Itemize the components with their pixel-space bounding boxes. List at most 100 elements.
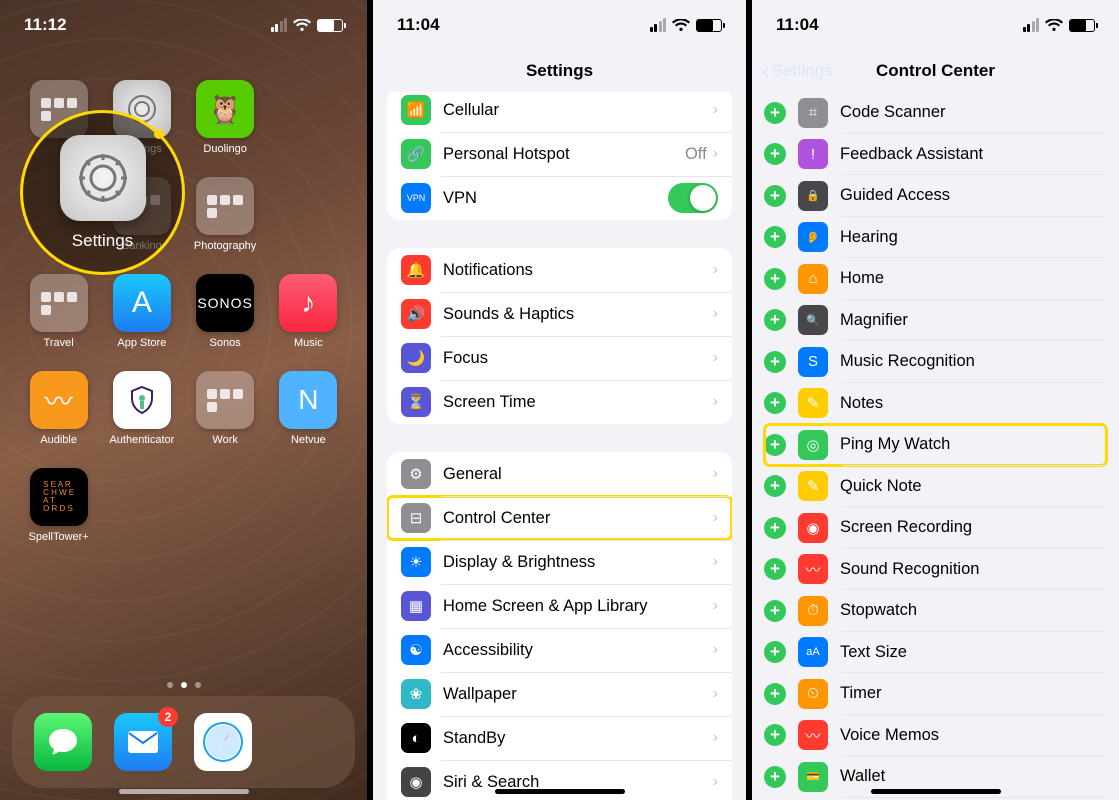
control-icon: 〰	[798, 554, 828, 584]
safari-app[interactable]	[194, 713, 252, 771]
row-screen-time[interactable]: ⏳Screen Time›	[387, 380, 732, 424]
mail-app[interactable]: 2	[114, 713, 172, 771]
add-button[interactable]: +	[764, 475, 786, 497]
row-focus[interactable]: 🌙Focus›	[387, 336, 732, 380]
row-sounds-haptics[interactable]: 🔊Sounds & Haptics›	[387, 292, 732, 336]
sonos-icon: SONOS	[196, 274, 254, 332]
control-label: Quick Note	[840, 477, 922, 496]
controls-list[interactable]: +⌗Code Scanner+!Feedback Assistant+🔒Guid…	[752, 92, 1119, 800]
control-row-text-size[interactable]: +aAText Size	[764, 632, 1107, 674]
settings-icon[interactable]	[60, 135, 146, 221]
row-label: Notifications	[443, 261, 713, 280]
row-icon: 🌙	[401, 343, 431, 373]
app-Netvue[interactable]: NNetvue	[276, 371, 340, 446]
control-row-feedback-assistant[interactable]: +! Feedback Assistant	[764, 134, 1107, 176]
row-cellular[interactable]: 📶Cellular›	[387, 92, 732, 132]
toggle[interactable]	[668, 183, 718, 213]
app-label: Photography	[194, 240, 256, 252]
row-siri-search[interactable]: ◉Siri & Search›	[387, 760, 732, 800]
row-label: StandBy	[443, 729, 713, 748]
app-Music[interactable]: ♪Music	[276, 274, 340, 349]
row-personal-hotspot[interactable]: 🔗Personal HotspotOff›	[387, 132, 732, 176]
panel-home: 11:12 Settings🦉DuolingoBankingPhotograph…	[0, 0, 367, 800]
row-notifications[interactable]: 🔔Notifications›	[387, 248, 732, 292]
row-standby[interactable]: ◐StandBy›	[387, 716, 732, 760]
home-indicator[interactable]	[495, 789, 625, 794]
control-row-notes[interactable]: +✎Notes	[764, 383, 1107, 425]
folder-icon	[196, 371, 254, 429]
add-button[interactable]: +	[764, 351, 786, 373]
row-vpn[interactable]: VPNVPN	[387, 176, 732, 220]
add-button[interactable]: +	[764, 309, 786, 331]
add-button[interactable]: +	[764, 434, 786, 456]
chevron-right-icon: ›	[713, 729, 718, 747]
app-SpellTower+[interactable]: S E A RC H W EA TO R D SSpellTower+	[27, 468, 91, 543]
add-button[interactable]: +	[764, 392, 786, 414]
control-row-quick-note[interactable]: +✎Quick Note	[764, 466, 1107, 508]
page-dots[interactable]	[0, 682, 367, 688]
control-row-guided-access[interactable]: +🔒Guided Access	[764, 175, 1107, 217]
control-row-voice-memos[interactable]: +〰Voice Memos	[764, 715, 1107, 757]
folder-icon	[196, 177, 254, 235]
control-row-music-recognition[interactable]: +SMusic Recognition	[764, 341, 1107, 383]
add-button[interactable]: +	[764, 143, 786, 165]
app-Sonos[interactable]: SONOSSonos	[193, 274, 257, 349]
app-label: Travel	[44, 337, 74, 349]
add-button[interactable]: +	[764, 558, 786, 580]
row-label: VPN	[443, 189, 668, 208]
battery-icon	[317, 19, 343, 32]
add-button[interactable]: +	[764, 226, 786, 248]
home-indicator[interactable]	[871, 789, 1001, 794]
add-button[interactable]: +	[764, 102, 786, 124]
row-general[interactable]: ⚙General›	[387, 452, 732, 496]
chevron-right-icon: ›	[713, 305, 718, 323]
chevron-right-icon: ›	[713, 349, 718, 367]
nav-title: Settings	[373, 50, 746, 92]
chevron-right-icon: ›	[713, 773, 718, 791]
control-label: Feedback Assistant	[840, 145, 983, 164]
app-Authenticator[interactable]: Authenticator	[110, 371, 174, 446]
control-row-hearing[interactable]: +👂Hearing	[764, 217, 1107, 259]
add-button[interactable]: +	[764, 517, 786, 539]
control-row-ping-my-watch[interactable]: +◎Ping My Watch	[764, 424, 1107, 466]
row-accessibility[interactable]: ☯Accessibility›	[387, 628, 732, 672]
app-App Store[interactable]: AApp Store	[110, 274, 174, 349]
add-button[interactable]: +	[764, 683, 786, 705]
control-row-sound-recognition[interactable]: +〰Sound Recognition	[764, 549, 1107, 591]
row-display-brightness[interactable]: ☀Display & Brightness›	[387, 540, 732, 584]
control-icon: !	[798, 139, 828, 169]
app-Audible[interactable]: 〰Audible	[27, 371, 91, 446]
control-row-magnifier[interactable]: +🔍Magnifier	[764, 300, 1107, 342]
messages-app[interactable]	[34, 713, 92, 771]
app-Travel[interactable]: Travel	[27, 274, 91, 349]
add-button[interactable]: +	[764, 185, 786, 207]
control-label: Screen Recording	[840, 518, 972, 537]
row-label: Control Center	[443, 509, 713, 528]
row-wallpaper[interactable]: ❀Wallpaper›	[387, 672, 732, 716]
control-row-screen-recording[interactable]: +◉Screen Recording	[764, 507, 1107, 549]
control-row-timer[interactable]: +⏲Timer	[764, 673, 1107, 715]
add-button[interactable]: +	[764, 766, 786, 788]
control-row-home[interactable]: +⌂Home	[764, 258, 1107, 300]
settings-list[interactable]: 📶Cellular›🔗Personal HotspotOff›VPNVPN 🔔No…	[373, 92, 746, 800]
add-button[interactable]: +	[764, 600, 786, 622]
control-row-code-scanner[interactable]: +⌗Code Scanner	[764, 92, 1107, 134]
row-icon: 🔊	[401, 299, 431, 329]
row-home-screen-app-library[interactable]: ▦Home Screen & App Library›	[387, 584, 732, 628]
authenticator-icon	[113, 371, 171, 429]
add-button[interactable]: +	[764, 268, 786, 290]
app-Work[interactable]: Work	[193, 371, 257, 446]
app-Duolingo[interactable]: 🦉Duolingo	[193, 80, 257, 155]
home-indicator[interactable]	[119, 789, 249, 794]
app-Photography[interactable]: Photography	[193, 177, 257, 252]
control-row-stopwatch[interactable]: +⏱Stopwatch	[764, 590, 1107, 632]
row-control-center[interactable]: ⊟Control Center›	[387, 496, 732, 540]
control-icon: ⌗	[798, 98, 828, 128]
chevron-right-icon: ›	[713, 597, 718, 615]
add-button[interactable]: +	[764, 724, 786, 746]
control-icon: 🔒	[798, 181, 828, 211]
row-icon: ◉	[401, 767, 431, 797]
control-icon: 〰	[798, 720, 828, 750]
add-button[interactable]: +	[764, 641, 786, 663]
zoom-label: Settings	[72, 231, 133, 251]
